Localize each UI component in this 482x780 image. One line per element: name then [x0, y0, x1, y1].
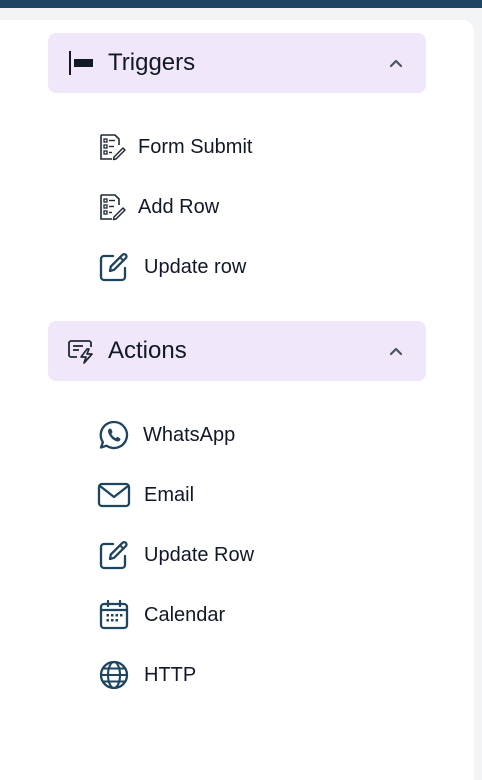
trigger-item-label: Add Row: [138, 195, 220, 218]
form-list-icon: [95, 130, 129, 164]
top-bar: [0, 0, 482, 8]
trigger-item-form-submit[interactable]: Form Submit: [95, 129, 415, 165]
action-item-label: Email: [144, 483, 195, 506]
trigger-item-label: Form Submit: [138, 135, 253, 158]
action-item-calendar[interactable]: Calendar: [95, 597, 415, 633]
workflow-sidebar-panel: Triggers Form Submit Add Row Update row …: [0, 20, 474, 780]
action-item-label: WhatsApp: [143, 423, 236, 446]
action-item-whatsapp[interactable]: WhatsApp: [95, 417, 415, 453]
lightning-card-icon: [67, 337, 95, 365]
trigger-item-add-row[interactable]: Add Row: [95, 189, 415, 225]
action-item-label: Calendar: [144, 603, 226, 626]
chevron-up-icon[interactable]: [388, 55, 404, 71]
action-item-update-row[interactable]: Update Row: [95, 537, 415, 573]
globe-icon: [97, 658, 131, 692]
action-item-email[interactable]: Email: [95, 477, 415, 513]
trigger-item-label: Update row: [144, 255, 247, 278]
edit-icon: [97, 250, 131, 284]
triggers-section-header[interactable]: Triggers: [48, 33, 426, 93]
actions-section-header[interactable]: Actions: [48, 321, 426, 381]
triggers-section-title: Triggers: [108, 49, 196, 76]
actions-section-title: Actions: [108, 337, 187, 364]
action-item-label: HTTP: [144, 663, 197, 686]
form-list-icon: [95, 190, 129, 224]
action-item-http[interactable]: HTTP: [95, 657, 415, 693]
edit-icon: [97, 538, 131, 572]
chevron-up-icon[interactable]: [388, 343, 404, 359]
trigger-item-update-row[interactable]: Update row: [95, 249, 415, 285]
action-item-label: Update Row: [144, 543, 255, 566]
calendar-icon: [97, 598, 131, 632]
trigger-flag-icon: [67, 49, 95, 77]
mail-icon: [97, 478, 131, 512]
whatsapp-icon: [97, 418, 131, 452]
